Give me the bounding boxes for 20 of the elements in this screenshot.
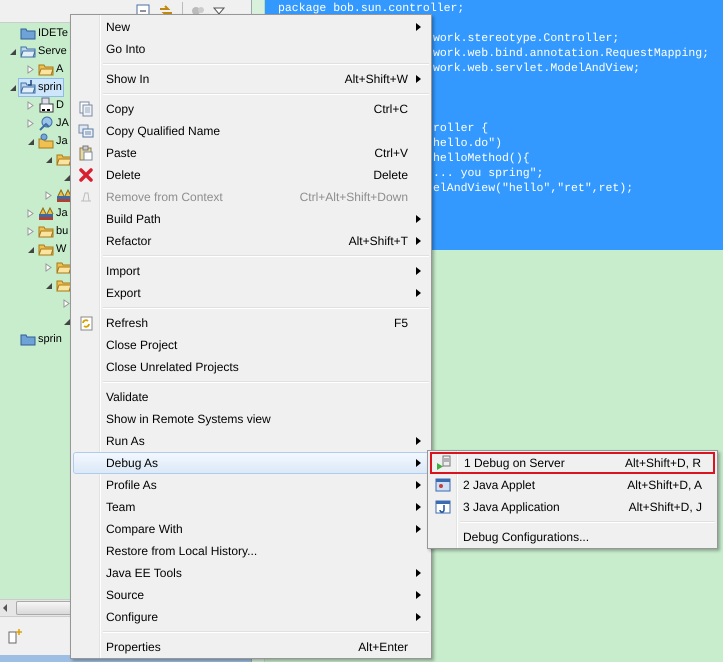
shortcut-label: Delete bbox=[372, 168, 408, 182]
code-line: roller { bbox=[433, 122, 488, 135]
code-line: elAndView("hello","ret",ret); bbox=[433, 182, 634, 195]
shortcut-label: Alt+Shift+D, R bbox=[624, 456, 701, 470]
shortcut-label: Ctrl+C bbox=[372, 102, 408, 116]
code-line: work.web.servlet.ModelAndView; bbox=[433, 62, 640, 75]
shortcut-label: F5 bbox=[392, 316, 408, 330]
code-line: work.web.bind.annotation.RequestMapping; bbox=[433, 47, 710, 60]
shortcut-label: Ctrl+V bbox=[373, 146, 408, 160]
code-line: package bob.sun.controller; bbox=[278, 2, 464, 15]
shortcut-label: Alt+Enter bbox=[357, 640, 408, 654]
shortcut-label: Alt+Shift+T bbox=[348, 234, 408, 248]
code-line: helloMethod(){ bbox=[433, 152, 530, 165]
shortcut-label: Ctrl+Alt+Shift+Down bbox=[298, 190, 408, 204]
code-line: hello.do") bbox=[433, 137, 502, 150]
shortcut-label: Alt+Shift+D, J bbox=[628, 500, 702, 514]
shortcut-label: Alt+Shift+W bbox=[344, 72, 408, 86]
shortcut-label: Alt+Shift+D, A bbox=[626, 478, 702, 492]
code-line: ... you spring"; bbox=[433, 167, 544, 180]
code-line: work.stereotype.Controller; bbox=[433, 32, 620, 45]
